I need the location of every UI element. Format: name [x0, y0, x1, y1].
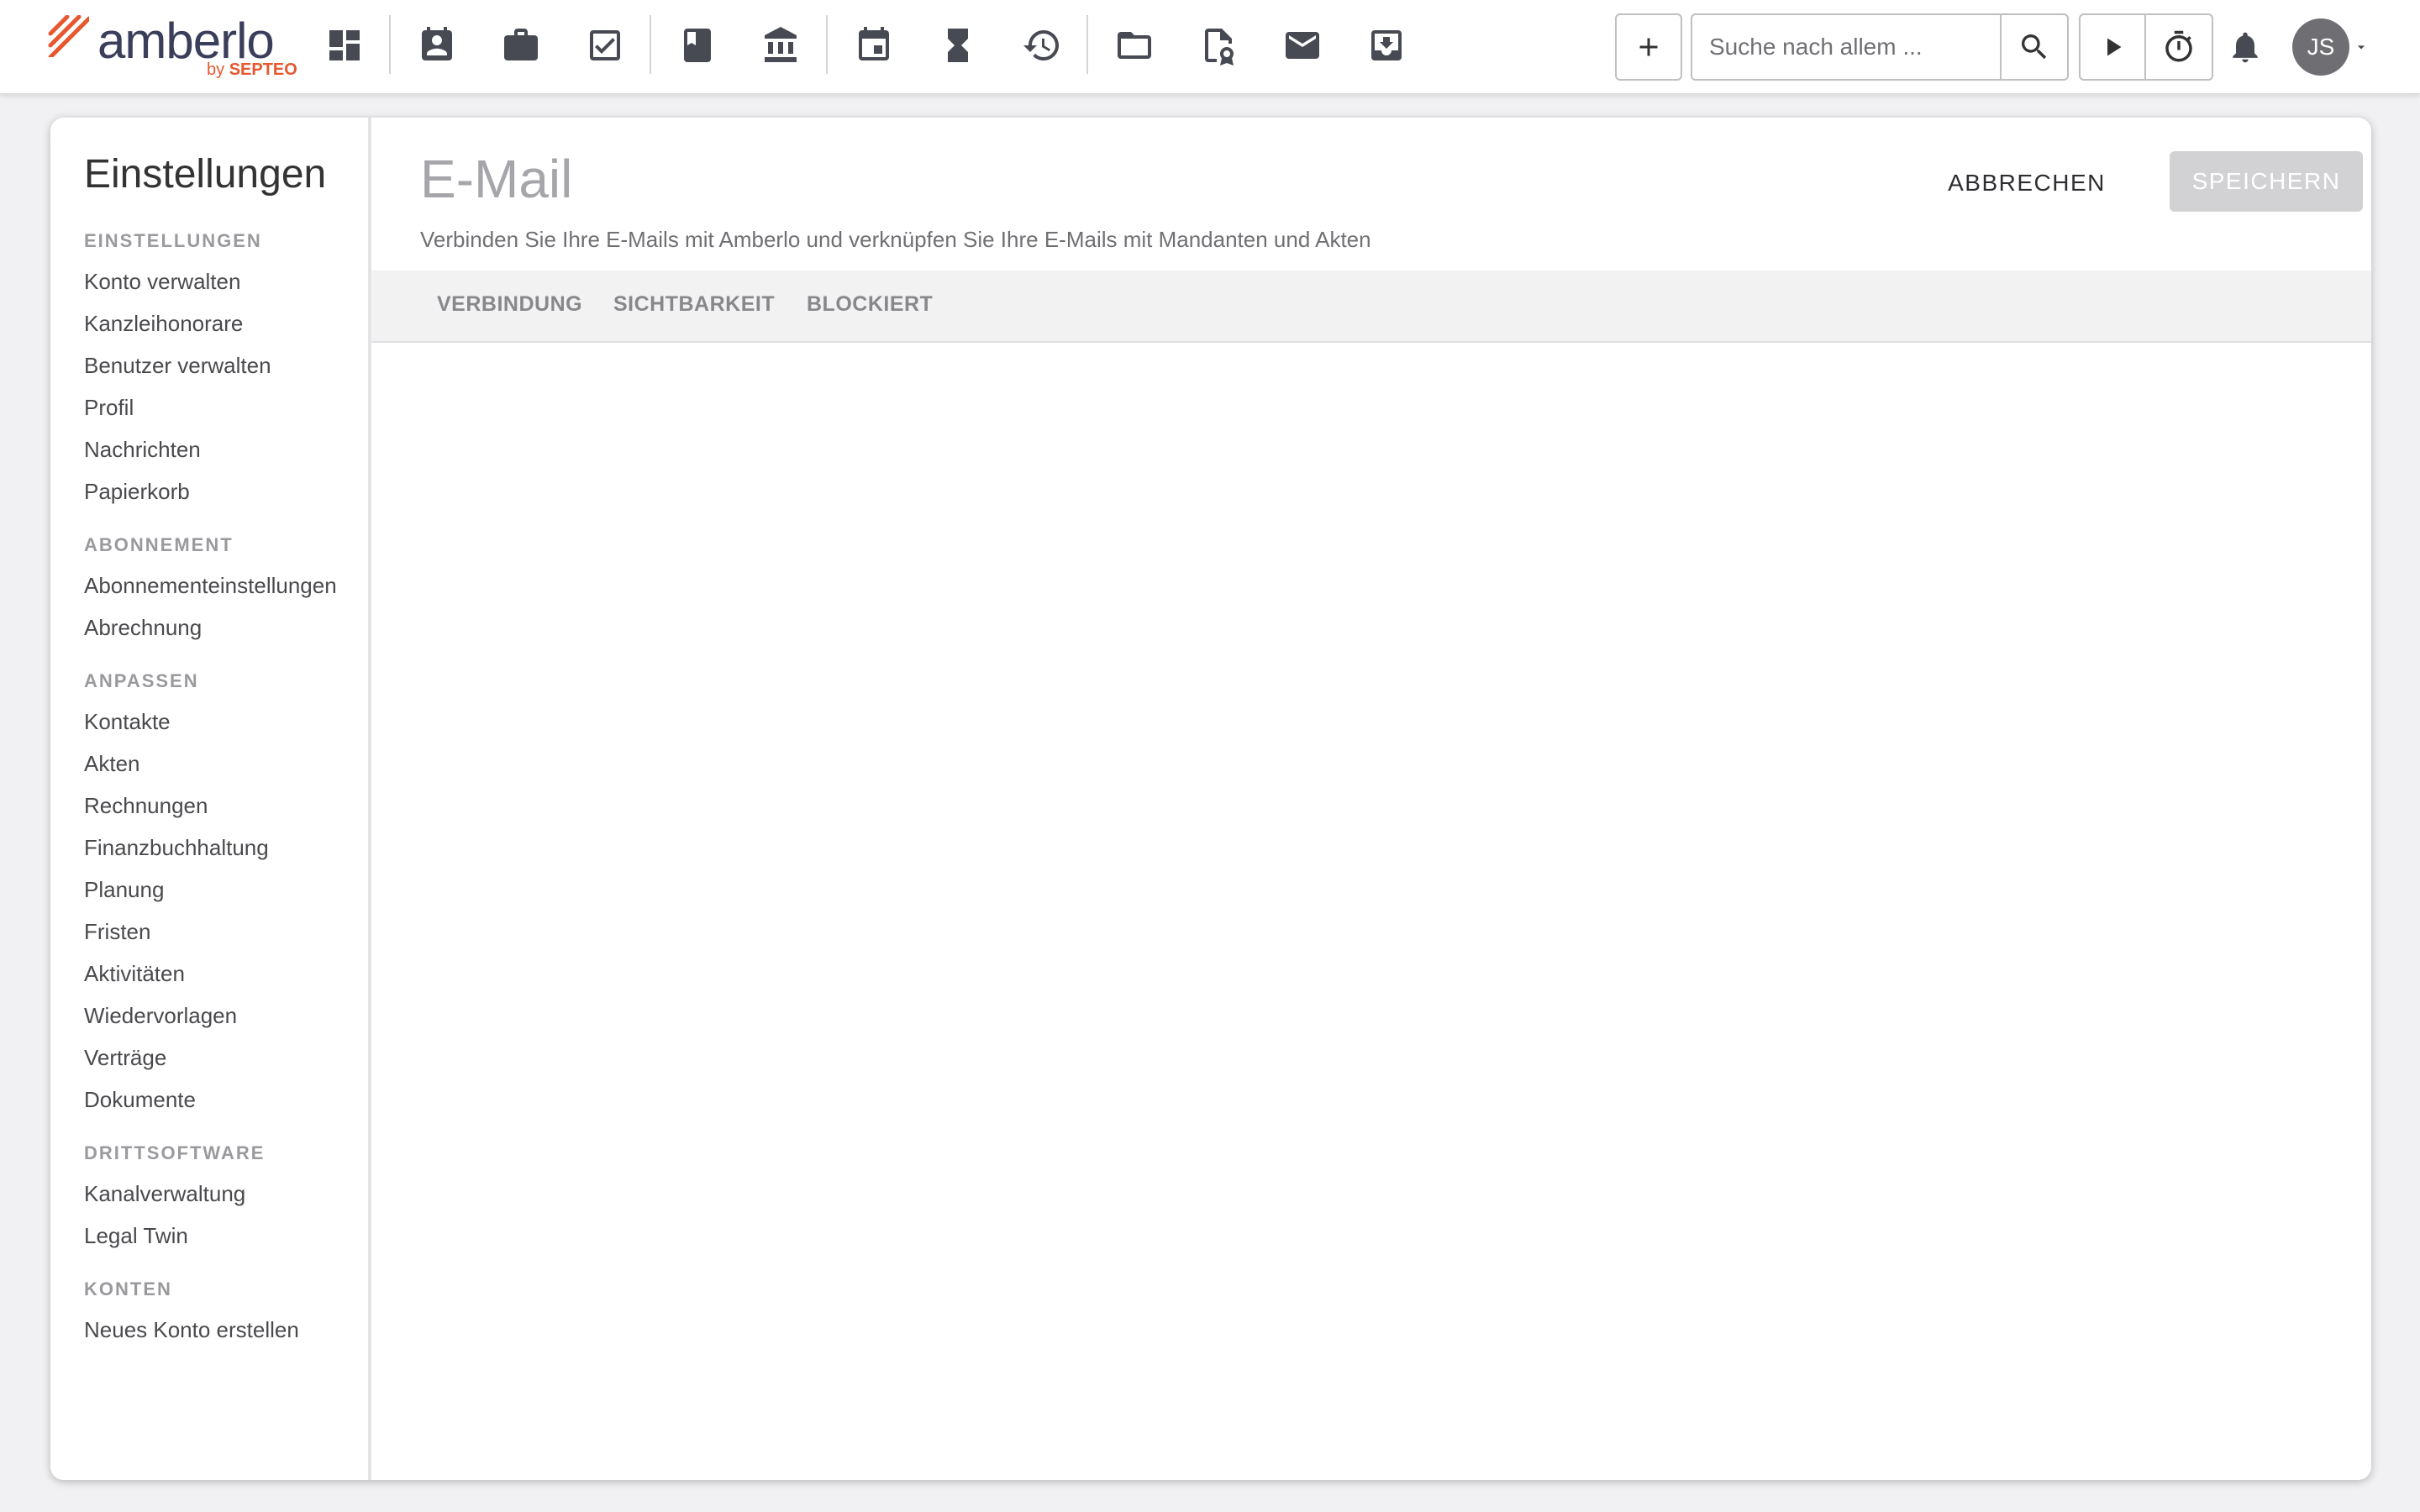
top-navigation-bar: amberlo by SEPTEO Suche nach allem ... J…: [0, 0, 2420, 94]
cancel-button[interactable]: ABBRECHEN: [1934, 153, 2119, 213]
logo-brand: SEPTEO: [229, 60, 297, 79]
sidebar-section-konten: KONTEN: [84, 1278, 172, 1299]
sidebar-item-kanzleihonorare[interactable]: Kanzleihonorare: [84, 311, 243, 337]
sidebar-item-vertraege[interactable]: Verträge: [84, 1045, 166, 1071]
briefcase-icon[interactable]: [494, 18, 548, 72]
add-new-button[interactable]: [1615, 13, 1682, 81]
bank-icon[interactable]: [755, 18, 808, 72]
search-button[interactable]: [2000, 15, 2067, 79]
chevron-down-icon[interactable]: [2353, 39, 2370, 55]
sidebar-section-einstellungen: EINSTELLUNGEN: [84, 230, 262, 251]
timer-controls: [2079, 13, 2213, 81]
logo-by: by: [207, 60, 225, 79]
sidebar-item-neues-konto-erstellen[interactable]: Neues Konto erstellen: [84, 1317, 299, 1343]
search-icon: [2022, 34, 2047, 60]
sidebar-item-fristen[interactable]: Fristen: [84, 919, 150, 945]
sidebar-item-kanalverwaltung[interactable]: Kanalverwaltung: [84, 1181, 245, 1207]
sidebar-item-wiedervorlagen[interactable]: Wiedervorlagen: [84, 1003, 237, 1029]
sidebar-section-drittsoftware: DRITTSOFTWARE: [84, 1142, 266, 1163]
sidebar-item-legal-twin[interactable]: Legal Twin: [84, 1223, 188, 1249]
nav-separator: [826, 15, 828, 74]
amberlo-logo[interactable]: amberlo by SEPTEO: [47, 10, 299, 86]
stopwatch-icon: [2165, 30, 2192, 62]
folder-icon[interactable]: [1107, 18, 1161, 72]
inbox-download-icon[interactable]: [1360, 18, 1413, 72]
tasks-icon[interactable]: [578, 18, 632, 72]
tab-bar: VERBINDUNG SICHTBARKEIT BLOCKIERT: [371, 270, 2371, 343]
sidebar-item-profil[interactable]: Profil: [84, 395, 134, 421]
nav-separator: [650, 15, 651, 74]
page-description: Verbinden Sie Ihre E-Mails mit Amberlo u…: [420, 227, 1371, 252]
tab-verbindung[interactable]: VERBINDUNG: [437, 292, 582, 317]
sidebar-item-dokumente[interactable]: Dokumente: [84, 1087, 196, 1113]
notifications-button[interactable]: [2222, 24, 2269, 71]
sidebar-section-abonnement: ABONNEMENT: [84, 534, 234, 555]
sidebar-item-finanzbuchhaltung[interactable]: Finanzbuchhaltung: [84, 835, 269, 861]
sidebar-item-konto-verwalten[interactable]: Konto verwalten: [84, 269, 240, 295]
play-icon: [2107, 38, 2122, 56]
sidebar-item-benutzer-verwalten[interactable]: Benutzer verwalten: [84, 353, 271, 379]
sidebar-item-abonnementeinstellungen[interactable]: Abonnementeinstellungen: [84, 573, 337, 599]
sidebar-title: Einstellungen: [84, 152, 327, 197]
save-button[interactable]: SPEICHERN: [2170, 151, 2363, 212]
settings-card: Einstellungen EINSTELLUNGEN Konto verwal…: [50, 118, 2371, 1480]
document-seal-icon[interactable]: [1192, 18, 1245, 72]
bell-icon: [2233, 32, 2258, 63]
search-input[interactable]: [1692, 15, 2003, 79]
sidebar-item-kontakte[interactable]: Kontakte: [84, 709, 171, 735]
sidebar-section-anpassen: ANPASSEN: [84, 670, 199, 691]
sidebar-item-planung[interactable]: Planung: [84, 877, 164, 903]
nav-separator: [389, 15, 391, 74]
hourglass-icon[interactable]: [931, 18, 985, 72]
dashboard-icon[interactable]: [318, 18, 371, 72]
sidebar-item-abrechnung[interactable]: Abrechnung: [84, 615, 202, 641]
tab-sichtbarkeit[interactable]: SICHTBARKEIT: [613, 292, 775, 317]
sidebar-item-rechnungen[interactable]: Rechnungen: [84, 793, 208, 819]
mail-icon[interactable]: [1276, 18, 1329, 72]
user-avatar[interactable]: JS: [2292, 18, 2349, 76]
billing-history-icon[interactable]: [1015, 18, 1069, 72]
tab-blockiert[interactable]: BLOCKIERT: [807, 292, 933, 317]
contacts-icon[interactable]: [410, 18, 464, 72]
settings-sidebar: Einstellungen EINSTELLUNGEN Konto verwal…: [50, 118, 371, 1480]
stopwatch-button[interactable]: [2146, 15, 2212, 79]
calendar-icon[interactable]: [847, 18, 901, 72]
global-search: [1691, 13, 2069, 81]
sidebar-item-akten[interactable]: Akten: [84, 751, 140, 777]
nav-separator: [1086, 15, 1088, 74]
logo-mark-icon: [48, 15, 89, 57]
page-title: E-Mail: [420, 149, 573, 209]
sidebar-item-aktivitaeten[interactable]: Aktivitäten: [84, 961, 185, 987]
start-timer-button[interactable]: [2081, 15, 2146, 79]
settings-content: E-Mail Verbinden Sie Ihre E-Mails mit Am…: [371, 118, 2371, 1480]
sidebar-item-nachrichten[interactable]: Nachrichten: [84, 437, 201, 463]
logo-byline: by SEPTEO: [207, 60, 297, 80]
sidebar-item-papierkorb[interactable]: Papierkorb: [84, 479, 190, 505]
book-icon[interactable]: [671, 18, 724, 72]
plus-icon: [1639, 38, 1658, 56]
